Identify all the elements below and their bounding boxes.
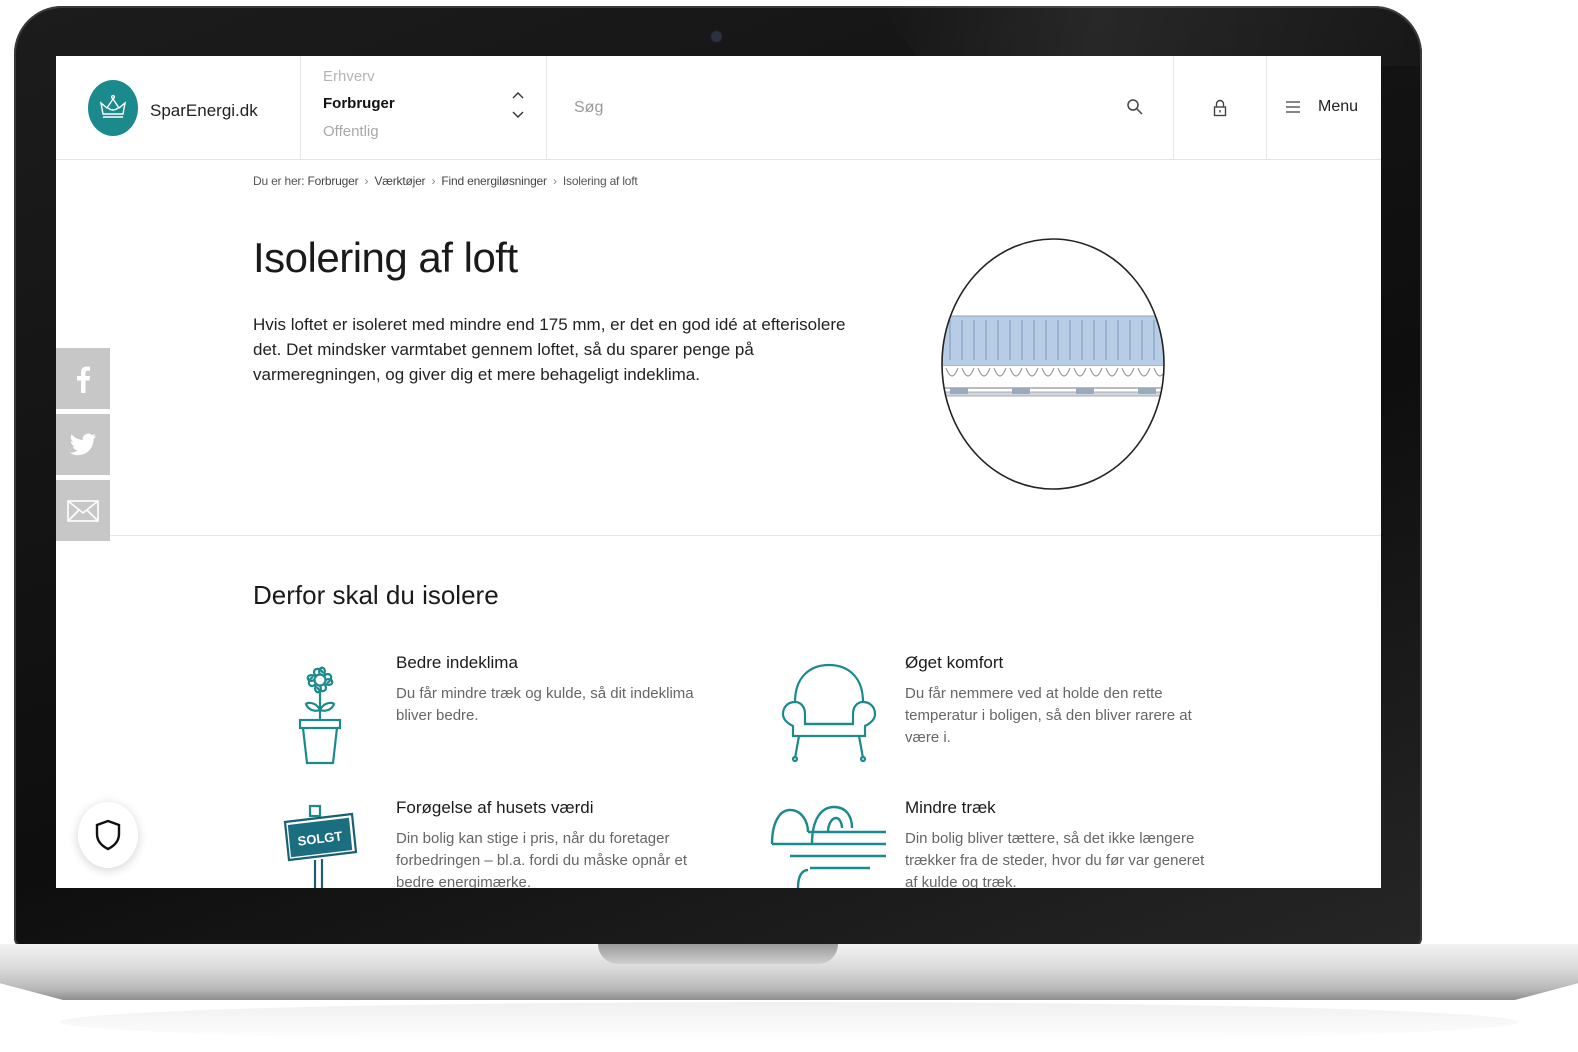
sector-option-forbruger[interactable]: Forbruger <box>323 95 395 112</box>
breadcrumb-item-vaerktoejer[interactable]: Værktøjer <box>374 174 425 188</box>
login-button[interactable] <box>1173 56 1267 159</box>
laptop-notch <box>598 944 838 964</box>
hamburger-icon <box>1286 101 1300 113</box>
search-button[interactable] <box>1122 94 1148 120</box>
breadcrumb-item-current: Isolering af loft <box>562 174 638 188</box>
wind-icon <box>770 805 886 888</box>
share-facebook-button[interactable] <box>56 348 110 409</box>
attic-insulation-illustration <box>941 238 1165 490</box>
breadcrumb: Du er her: Forbruger › Værktøjer › Find … <box>253 174 638 188</box>
crown-icon <box>99 94 127 118</box>
menu-button[interactable]: Menu <box>1286 94 1358 120</box>
site-logo[interactable] <box>88 80 138 136</box>
site-header: SparEnergi.dk Erhverv Forbruger Offentli… <box>56 56 1381 160</box>
lock-icon <box>1213 99 1227 116</box>
laptop-camera <box>711 31 722 42</box>
feature-title-mindre-traek: Mindre træk <box>905 798 996 817</box>
facebook-icon <box>77 366 90 393</box>
chevron-up-icon[interactable] <box>511 90 525 100</box>
site-name[interactable]: SparEnergi.dk <box>150 101 258 121</box>
social-share-bar <box>56 348 110 546</box>
email-icon <box>67 499 99 522</box>
feature-desc-bedre-indeklima: Du får mindre træk og kulde, så dit inde… <box>396 685 694 724</box>
sector-switcher[interactable]: Erhverv Forbruger Offentlig <box>300 56 547 159</box>
sold-sign-icon: SOLGT <box>283 804 358 888</box>
feature-title-forogelse-af-husets-vaerdi: Forøgelse af husets værdi <box>396 798 594 817</box>
breadcrumb-prefix: Du er her: <box>253 174 305 188</box>
sector-option-erhverv[interactable]: Erhverv <box>323 68 375 85</box>
breadcrumb-item-find-energiloesninger[interactable]: Find energiløsninger <box>441 174 547 188</box>
feature-title-bedre-indeklima: Bedre indeklima <box>396 653 518 672</box>
feature-desc-mindre-traek: Din bolig bliver tættere, så det ikke læ… <box>905 830 1205 888</box>
section-title: Derfor skal du isolere <box>253 580 499 610</box>
share-twitter-button[interactable] <box>56 414 110 475</box>
browser-viewport: SparEnergi.dk Erhverv Forbruger Offentli… <box>56 56 1381 888</box>
section-divider <box>56 535 1381 536</box>
chevron-down-icon[interactable] <box>511 110 525 120</box>
cookie-settings-button[interactable] <box>78 802 138 868</box>
flower-pot-icon <box>298 666 342 765</box>
feature-desc-forogelse-af-husets-vaerdi: Din bolig kan stige i pris, når du foret… <box>396 830 688 888</box>
menu-label: Menu <box>1318 98 1359 115</box>
sector-option-offentlig[interactable]: Offentlig <box>323 123 379 140</box>
armchair-icon <box>781 663 877 763</box>
feature-desc-oget-komfort: Du får nemmere ved at holde den rette te… <box>905 685 1192 746</box>
page-title: Isolering af loft <box>253 234 518 281</box>
search-icon <box>1127 99 1143 115</box>
share-email-button[interactable] <box>56 480 110 541</box>
laptop-shadow <box>60 1002 1518 1042</box>
breadcrumb-item-forbruger[interactable]: Forbruger <box>308 174 359 188</box>
twitter-icon <box>69 433 96 455</box>
page-intro: Hvis loftet er isoleret med mindre end 1… <box>253 315 846 384</box>
shield-icon <box>95 819 121 851</box>
search-input[interactable] <box>556 56 1172 159</box>
feature-title-oget-komfort: Øget komfort <box>905 653 1004 672</box>
